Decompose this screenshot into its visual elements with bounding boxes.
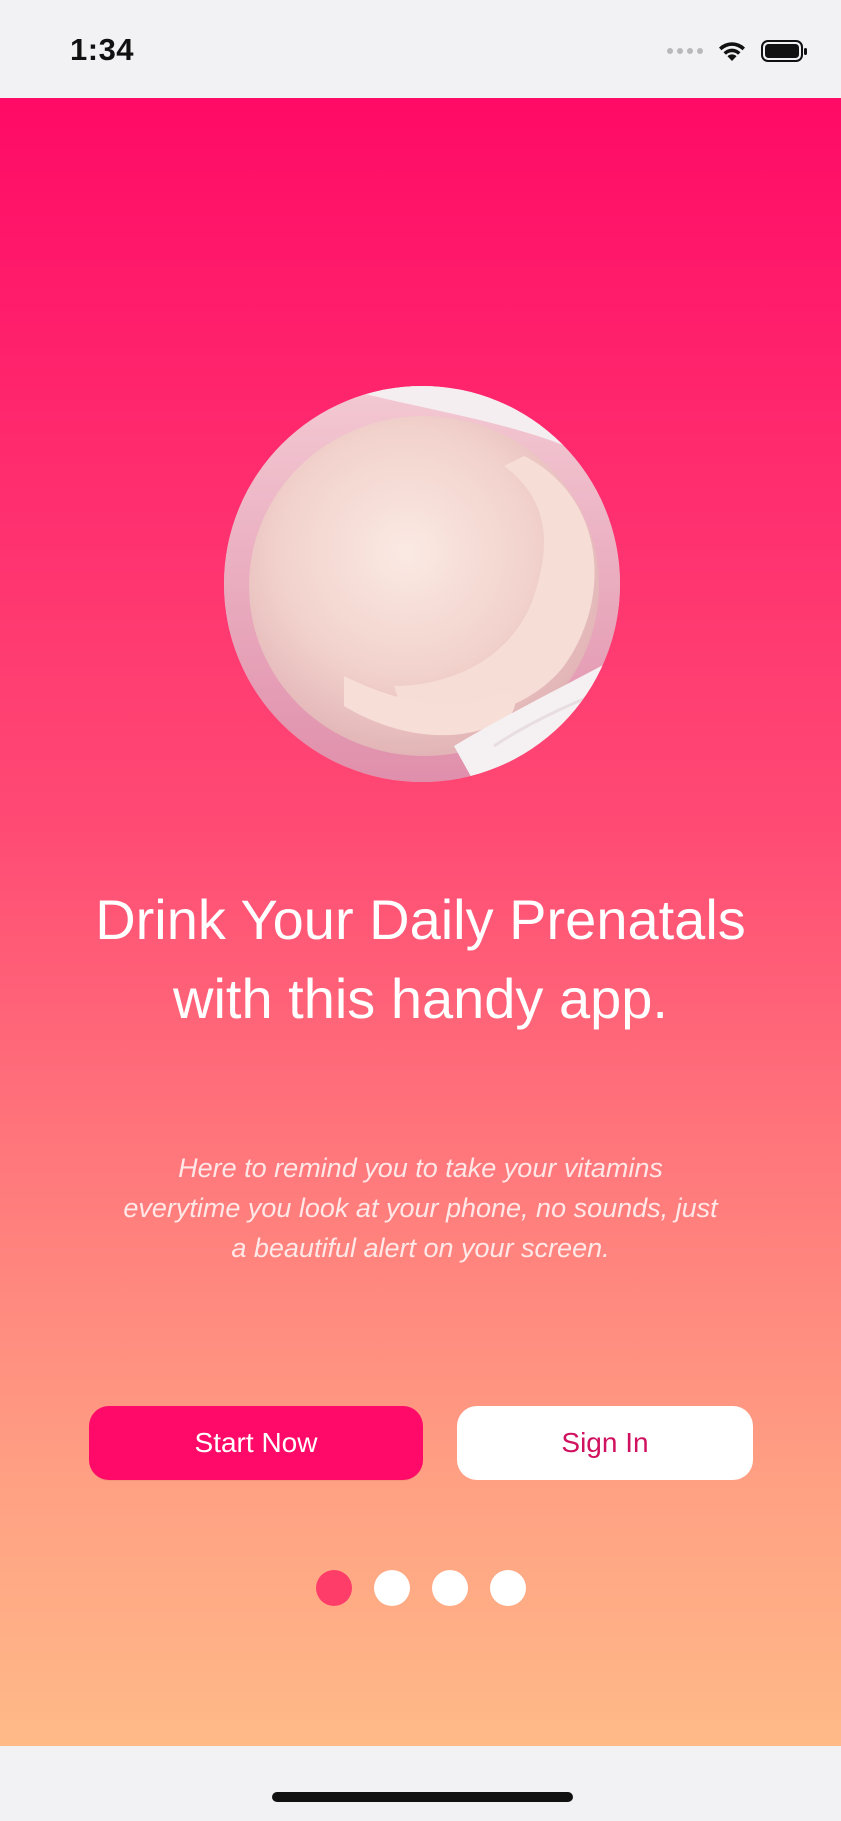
home-indicator[interactable]	[272, 1792, 573, 1802]
app-screen: 1:34 Drink Your Daily Prenatals with thi…	[0, 0, 841, 1821]
status-time: 1:34	[70, 32, 135, 67]
status-icons	[667, 36, 809, 66]
wifi-icon	[719, 42, 745, 61]
battery-icon	[761, 40, 807, 62]
onboarding-panel: Drink Your Daily Prenatals with this han…	[0, 98, 841, 1746]
start-now-button[interactable]: Start Now	[89, 1406, 423, 1480]
page-dot-1[interactable]	[315, 1570, 352, 1606]
headline: Drink Your Daily Prenatals with this han…	[95, 888, 746, 1030]
subtext: Here to remind you to take your vitamins…	[123, 1153, 718, 1263]
home-area	[0, 1746, 841, 1821]
status-bar: 1:34	[0, 0, 841, 98]
page-dot-4[interactable]	[489, 1570, 526, 1606]
page-dot-2[interactable]	[373, 1570, 410, 1606]
sign-in-button[interactable]: Sign In	[457, 1406, 753, 1480]
page-dot-3[interactable]	[431, 1570, 468, 1606]
pregnant-belly-illustration	[224, 386, 620, 782]
hero-image	[224, 386, 620, 782]
signal-dots-icon	[667, 48, 703, 54]
page-indicator	[0, 1570, 841, 1606]
